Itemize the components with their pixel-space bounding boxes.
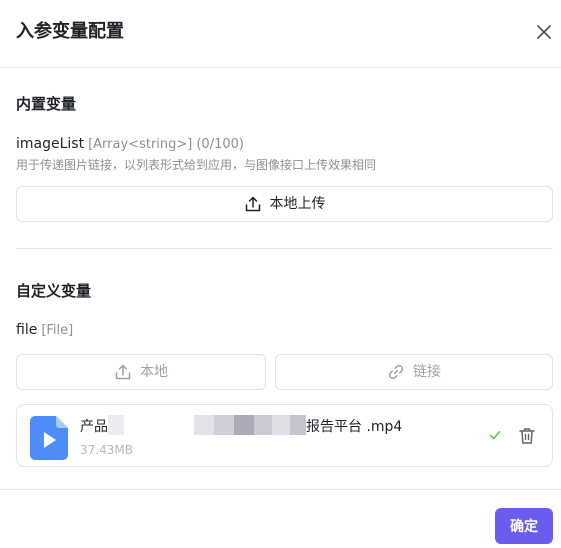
local-upload-label: 本地上传 (269, 196, 326, 212)
close-button[interactable] (532, 20, 556, 44)
builtin-var-line: imageList [Array<string>] (0/100) (16, 134, 244, 154)
section-divider (16, 248, 553, 249)
trash-icon (519, 428, 535, 444)
link-label: 链接 (413, 364, 441, 380)
redaction-block (290, 415, 306, 435)
var-description: 用于传递图片链接，以列表形式给到应用，与图像接口上传效果相同 (16, 158, 377, 172)
check-icon (489, 431, 501, 440)
close-icon (537, 25, 551, 39)
redaction-block (214, 415, 234, 435)
local-upload-button[interactable]: 本地上传 (16, 186, 553, 222)
variable-config-dialog: 入参变量配置 内置变量 imageList [Array<string>] (0/1… (0, 0, 561, 548)
dialog-header: 入参变量配置 (0, 0, 561, 68)
local-label: 本地 (140, 364, 168, 380)
delete-file-button[interactable] (517, 426, 537, 446)
link-icon (388, 364, 404, 380)
footer-divider (0, 489, 561, 490)
file-name: 产品 报告平台 .mp4 (80, 415, 402, 436)
confirm-button[interactable]: 确定 (495, 508, 553, 544)
dialog-title: 入参变量配置 (16, 21, 124, 42)
confirm-label: 确定 (510, 519, 538, 535)
custom-var-line: file [File] (16, 320, 73, 340)
redaction-block (108, 415, 124, 435)
file-name-prefix: 产品 (80, 419, 108, 435)
custom-section-title: 自定义变量 (16, 282, 92, 300)
uploaded-file-card: 产品 报告平台 .mp4 37.43MB (16, 404, 553, 467)
var-name: imageList (16, 136, 85, 152)
video-file-icon (30, 416, 68, 460)
redaction-block (124, 415, 194, 435)
redaction-block (254, 415, 272, 435)
var-type: [File] (41, 323, 74, 338)
redaction-block (194, 415, 214, 435)
var-type: [Array<string>] (88, 137, 193, 152)
var-name: file (16, 322, 38, 338)
file-name-suffix: 报告平台 .mp4 (306, 419, 403, 435)
link-button[interactable]: 链接 (275, 354, 553, 390)
var-count: (0/100) (196, 137, 244, 152)
redaction-block (234, 415, 254, 435)
redaction-block (272, 415, 290, 435)
local-button[interactable]: 本地 (16, 354, 266, 390)
upload-icon (115, 364, 131, 380)
builtin-section-title: 内置变量 (16, 95, 77, 113)
file-size: 37.43MB (80, 443, 133, 457)
upload-icon (245, 196, 260, 212)
